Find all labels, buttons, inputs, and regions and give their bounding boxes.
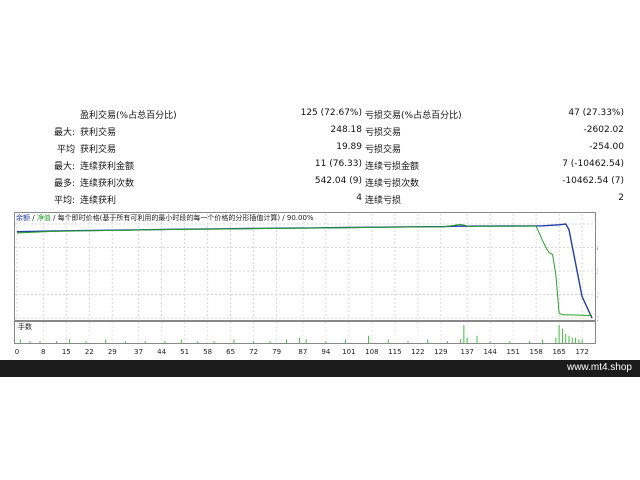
main-plot-frame — [14, 212, 596, 321]
y-tick-label: 5487 — [597, 268, 598, 276]
stats-label-profit: 盈利交易(%占总百分比) — [80, 111, 177, 121]
x-tick-label: 94 — [321, 348, 330, 356]
x-tick-label: 22 — [85, 348, 94, 356]
watermark-text: www.mt4.shop — [566, 362, 632, 373]
stats-row-profit-trades: 盈利交易(%占总百分比) 125 (72.67%) 亏损交易(%占总百分比) 4… — [0, 106, 640, 121]
stats-label-loss: 亏损交易(%占总百分比) — [365, 111, 462, 121]
stats-label-loss: 连续亏损次数 — [365, 179, 420, 189]
x-tick-label: 79 — [272, 348, 281, 356]
stats-label-prefix: 最大: — [53, 128, 75, 138]
balance-chart: 0 8 15 22 29 37 44 51 58 65 72 79 87 94 101 108 115 122 12… — [14, 212, 598, 356]
x-tick-label: 151 — [506, 348, 519, 356]
stats-row-average-consecutive: 平均: 连续获利 4 连续亏损 2 — [0, 191, 640, 206]
stats-label-loss: 连续亏损 — [365, 196, 402, 206]
x-tick-label: 29 — [108, 348, 117, 356]
y-tick-label: 10948 — [597, 221, 598, 229]
legend-separator: / — [30, 214, 37, 222]
x-tick-label: 0 — [15, 348, 19, 356]
x-tick-label: 108 — [365, 348, 378, 356]
x-tick-label: 51 — [180, 348, 189, 356]
x-tick-label: 122 — [411, 348, 424, 356]
volume-plot-frame — [14, 321, 596, 344]
stats-value-profit: 248.18 — [330, 125, 363, 135]
stats-label-prefix: 最大: — [53, 162, 75, 172]
stats-row-max-trade: 最大: 获利交易 248.18 亏损交易 -2602.02 — [0, 123, 640, 138]
trade-statistics: 盈利交易(%占总百分比) 125 (72.67%) 亏损交易(%占总百分比) 4… — [0, 106, 640, 210]
x-tick-label: 115 — [388, 348, 401, 356]
x-tick-label: 15 — [62, 348, 71, 356]
x-tick-label: 37 — [134, 348, 143, 356]
x-tick-label: 137 — [460, 348, 473, 356]
stats-value-profit: 11 (76.33) — [314, 159, 362, 169]
y-tick-label: 8218 — [597, 244, 598, 252]
stats-label-loss: 亏损交易 — [365, 145, 402, 155]
x-tick-label: 172 — [575, 348, 588, 356]
y-tick-label: 26 — [597, 315, 598, 323]
x-tick-label: 44 — [157, 348, 166, 356]
legend-description: / 每个即时价格(基于所有可利用的最小时段的每一个价格的分形插值计算) / 90… — [50, 214, 314, 222]
stats-value-profit: 19.89 — [336, 142, 362, 152]
stats-value-loss: 47 (27.33%) — [568, 108, 624, 118]
legend-equity: 净值 — [36, 214, 51, 222]
x-tick-label: 65 — [226, 348, 235, 356]
volume-pane-label: 手数 — [18, 322, 32, 331]
stats-value-loss: -10462.54 (7) — [562, 176, 624, 186]
x-tick-label: 129 — [434, 348, 447, 356]
stats-label-profit: 获利交易 — [80, 128, 117, 138]
x-tick-label: 101 — [342, 348, 355, 356]
stats-value-loss: -2602.02 — [583, 125, 624, 135]
chart-legend: 余额 / 净值 / 每个即时价格(基于所有可利用的最小时段的每一个价格的分形插值… — [16, 213, 314, 223]
x-tick-label: 87 — [298, 348, 307, 356]
footer-bar: www.mt4.shop — [0, 360, 640, 377]
stats-value-profit: 542.04 (9) — [314, 176, 362, 186]
stats-value-loss: -254.00 — [589, 142, 624, 152]
x-tick-label: 58 — [203, 348, 212, 356]
legend-balance: 余额 — [16, 214, 30, 222]
x-tick-label: 72 — [249, 348, 258, 356]
stats-label-prefix: 最多: — [53, 179, 75, 189]
balance-chart-svg: 0 8 15 22 29 37 44 51 58 65 72 79 87 94 101 108 115 122 12… — [14, 212, 598, 356]
y-tick-label: 2756 — [597, 292, 598, 300]
stats-value-profit: 4 — [356, 193, 362, 203]
stats-label-profit: 连续获利次数 — [80, 179, 135, 189]
stats-label-loss: 亏损交易 — [365, 128, 402, 138]
stats-value-loss: 2 — [618, 193, 624, 203]
stats-value-loss: 7 (-10462.54) — [562, 159, 624, 169]
stats-row-max-consecutive-count: 最多: 连续获利次数 542.04 (9) 连续亏损次数 -10462.54 (… — [0, 174, 640, 189]
stats-value-profit: 125 (72.67%) — [300, 108, 362, 118]
stats-row-max-consecutive-amount: 最大: 连续获利金额 11 (76.33) 连续亏损金额 7 (-10462.5… — [0, 157, 640, 172]
x-tick-label: 165 — [552, 348, 565, 356]
x-tick-label: 144 — [483, 348, 497, 356]
stats-label-profit: 连续获利金额 — [80, 162, 135, 172]
stats-label-profit: 获利交易 — [80, 145, 117, 155]
x-tick-label: 158 — [529, 348, 542, 356]
x-tick-label: 8 — [41, 348, 45, 356]
stats-label-loss: 连续亏损金额 — [365, 162, 420, 172]
stats-label-prefix: 平均: — [53, 196, 75, 206]
stats-label-profit: 连续获利 — [80, 196, 117, 206]
stats-row-average-trade: 平均 获利交易 19.89 亏损交易 -254.00 — [0, 140, 640, 155]
stats-label-prefix: 平均 — [56, 145, 75, 155]
